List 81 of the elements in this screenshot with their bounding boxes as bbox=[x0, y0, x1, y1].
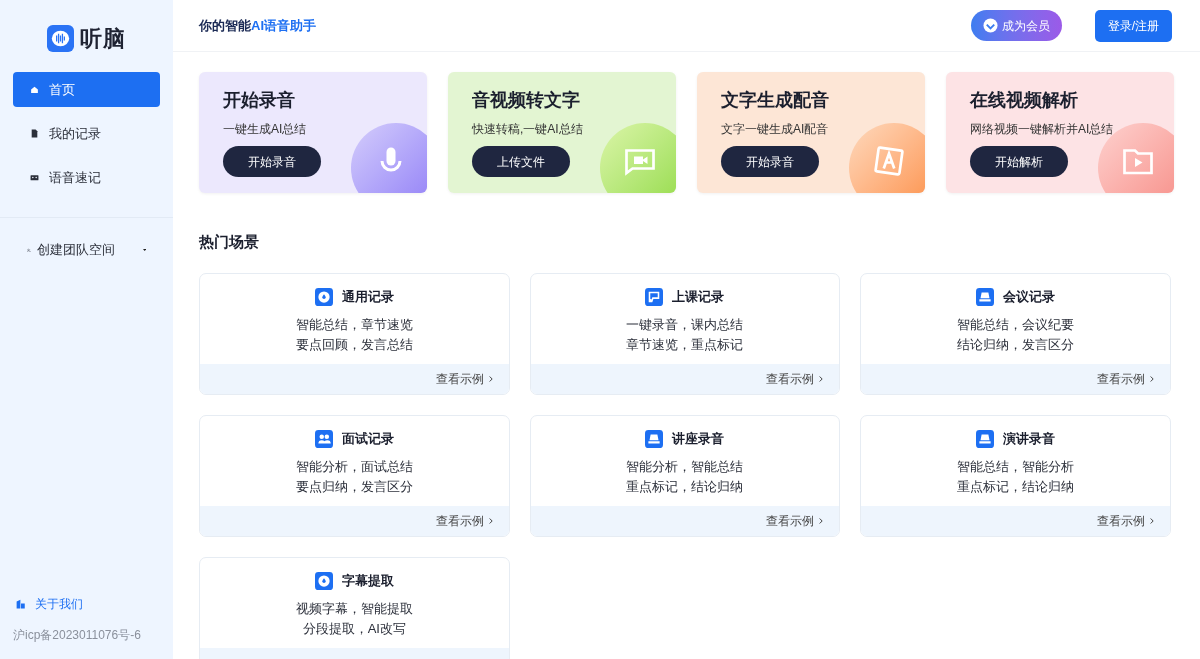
about-us-link[interactable]: 关于我们 bbox=[0, 594, 173, 614]
feature-card[interactable]: 开始录音 一键生成AI总结 开始录音 bbox=[199, 72, 427, 193]
card-title: 音视频转文字 bbox=[472, 89, 581, 112]
scene-description: 智能总结，智能分析 bbox=[957, 457, 1075, 476]
chevron-right-icon bbox=[1149, 516, 1154, 525]
scene-description: 重点标记，结论归纳 bbox=[626, 477, 744, 496]
view-example-link[interactable]: 查看示例 bbox=[766, 511, 824, 530]
letter-a-icon bbox=[871, 143, 907, 179]
card-subtitle: 快速转稿,一键AI总结 bbox=[472, 121, 584, 137]
scene-description: 要点归纳，发言区分 bbox=[295, 477, 413, 496]
chevron-right-icon bbox=[818, 374, 824, 383]
scene-description: 章节速览，重点标记 bbox=[626, 335, 744, 354]
feature-card[interactable]: 文字生成配音 文字一键生成AI配音 开始录音 bbox=[697, 72, 925, 193]
card-title: 在线视频解析 bbox=[970, 89, 1079, 112]
section-title: 热门场景 bbox=[199, 232, 260, 252]
scene-description: 智能总结，章节速览 bbox=[295, 315, 413, 334]
home-icon bbox=[30, 85, 39, 94]
scene-card[interactable]: 面试记录 智能分析，面试总结 要点归纳，发言区分 查看示例 bbox=[199, 414, 510, 537]
login-button[interactable]: 登录/注册 bbox=[1094, 9, 1172, 42]
desk-icon bbox=[645, 429, 664, 448]
logo-text: 听脑 bbox=[80, 24, 126, 53]
brain-logo-icon bbox=[47, 24, 74, 52]
card-action-button[interactable]: 开始录音 bbox=[223, 146, 321, 177]
people-icon bbox=[314, 429, 333, 448]
scene-title: 面试记录 bbox=[341, 429, 394, 448]
scene-description: 智能总结，会议纪要 bbox=[957, 315, 1075, 334]
desk-icon bbox=[976, 429, 995, 448]
document-icon bbox=[30, 129, 39, 138]
view-example-link[interactable]: 查看示例 bbox=[435, 511, 493, 530]
card-action-button[interactable]: 上传文件 bbox=[472, 146, 570, 177]
scene-title: 演讲录音 bbox=[1003, 429, 1056, 448]
scene-description: 重点标记，结论归纳 bbox=[957, 477, 1075, 496]
cassette-icon bbox=[30, 173, 39, 182]
scene-description: 视频字幕，智能提取 bbox=[295, 599, 413, 618]
icp-number: 沪icp备2023011076号-6 bbox=[12, 627, 142, 644]
card-action-button[interactable]: 开始解析 bbox=[970, 146, 1068, 177]
chevron-right-icon bbox=[818, 516, 824, 525]
scene-card[interactable]: 通用记录 智能总结，章节速览 要点回顾，发言总结 查看示例 bbox=[199, 272, 510, 395]
scene-card[interactable]: 会议记录 智能总结，会议纪要 结论归纳，发言区分 查看示例 bbox=[860, 272, 1171, 395]
feature-card[interactable]: 音视频转文字 快速转稿,一键AI总结 上传文件 bbox=[448, 72, 676, 193]
scene-card[interactable]: 讲座录音 智能分析，智能总结 重点标记，结论归纳 查看示例 bbox=[529, 414, 841, 537]
card-title: 开始录音 bbox=[223, 89, 296, 112]
desk-icon bbox=[976, 287, 995, 306]
scene-description: 智能分析，面试总结 bbox=[295, 457, 413, 476]
scene-title: 通用记录 bbox=[341, 287, 394, 306]
scene-card[interactable]: 演讲录音 智能总结，智能分析 重点标记，结论归纳 查看示例 bbox=[860, 414, 1171, 537]
scene-description: 一键录音，课内总结 bbox=[626, 315, 744, 334]
scene-description: 分段提取，AI改写 bbox=[302, 619, 406, 638]
scene-description: 结论归纳，发言区分 bbox=[957, 335, 1075, 354]
scene-title: 上课记录 bbox=[672, 287, 725, 306]
drop-icon bbox=[314, 287, 333, 306]
scene-description: 要点回顾，发言总结 bbox=[295, 335, 413, 354]
scene-description: 智能分析，智能总结 bbox=[626, 457, 744, 476]
sidebar-item[interactable]: 我的记录 bbox=[13, 116, 160, 151]
view-example-link[interactable]: 查看示例 bbox=[1097, 511, 1154, 530]
card-subtitle: 文字一键生成AI配音 bbox=[721, 121, 830, 137]
membership-button[interactable]: 成为会员 bbox=[970, 10, 1062, 41]
team-space-dropdown[interactable]: 创建团队空间 bbox=[0, 238, 173, 262]
drop-icon bbox=[314, 571, 333, 590]
chevron-right-icon bbox=[1149, 374, 1154, 383]
tagline: 你的智能AI语音助手 bbox=[199, 16, 316, 35]
building-icon bbox=[16, 599, 26, 609]
sidebar-item[interactable]: 语音速记 bbox=[13, 160, 160, 195]
scene-card[interactable]: 字幕提取 视频字幕，智能提取 分段提取，AI改写 bbox=[199, 556, 510, 659]
scene-title: 字幕提取 bbox=[341, 571, 394, 590]
presenter-icon bbox=[645, 287, 664, 306]
scene-title: 讲座录音 bbox=[672, 429, 725, 448]
scene-title: 会议记录 bbox=[1003, 287, 1056, 306]
check-badge-icon bbox=[982, 18, 998, 33]
feature-card[interactable]: 在线视频解析 网络视频一键解析并AI总结 开始解析 bbox=[946, 72, 1174, 193]
chevron-right-icon bbox=[487, 374, 493, 383]
sidebar-item[interactable]: 首页 bbox=[13, 72, 160, 107]
view-example-link[interactable]: 查看示例 bbox=[435, 369, 493, 388]
card-action-button[interactable]: 开始录音 bbox=[721, 146, 819, 177]
card-subtitle: 一键生成AI总结 bbox=[223, 121, 308, 137]
card-title: 文字生成配音 bbox=[721, 89, 830, 112]
chevron-right-icon bbox=[487, 516, 493, 525]
view-example-link[interactable]: 查看示例 bbox=[766, 369, 824, 388]
view-example-link[interactable]: 查看示例 bbox=[1097, 369, 1154, 388]
scene-card[interactable]: 上课记录 一键录音，课内总结 章节速览，重点标记 查看示例 bbox=[529, 272, 841, 395]
card-subtitle: 网络视频一键解析并AI总结 bbox=[970, 121, 1115, 137]
